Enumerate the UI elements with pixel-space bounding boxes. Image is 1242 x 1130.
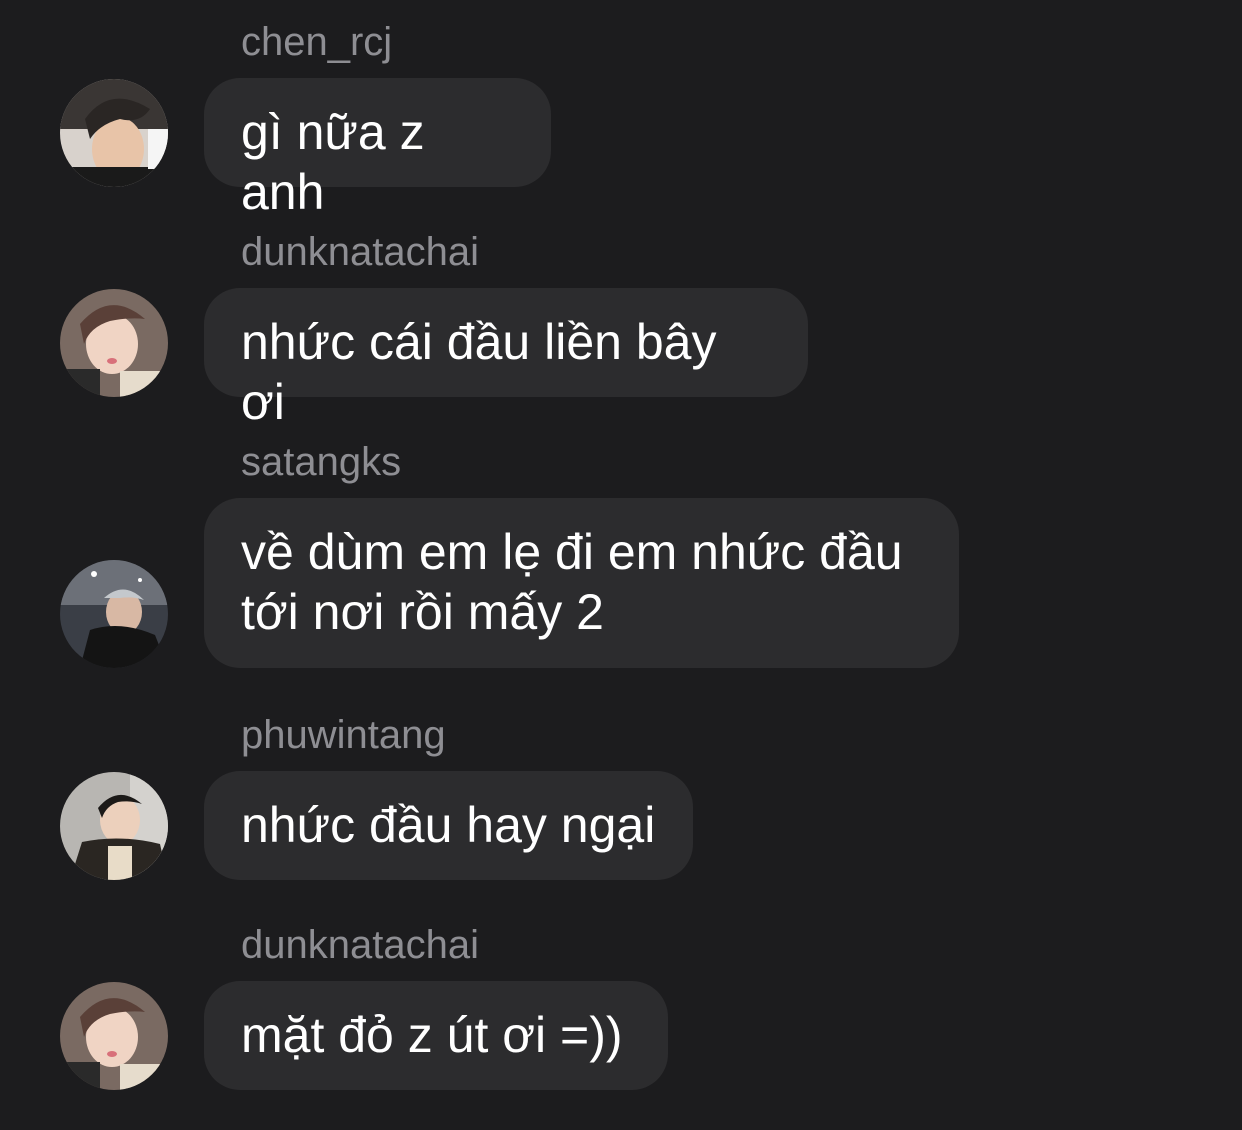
message-bubble[interactable]: nhức cái đầu liền bây ơi bbox=[204, 288, 808, 430]
avatar[interactable] bbox=[60, 772, 168, 880]
sender-username[interactable]: phuwintang bbox=[241, 711, 446, 759]
message-bubble[interactable]: gì nữa z anh bbox=[204, 78, 551, 220]
profile-photo-icon bbox=[60, 560, 168, 668]
profile-photo-icon bbox=[60, 772, 168, 880]
sender-username[interactable]: satangks bbox=[241, 438, 401, 486]
message-bubble[interactable]: mặt đỏ z út ơi =)) bbox=[204, 981, 668, 1090]
sender-username[interactable]: dunknatachai bbox=[241, 228, 479, 276]
avatar[interactable] bbox=[60, 560, 168, 668]
sender-username[interactable]: chen_rcj bbox=[241, 18, 392, 66]
profile-photo-icon bbox=[60, 289, 168, 397]
avatar[interactable] bbox=[60, 982, 168, 1090]
message-bubble[interactable]: nhức đầu hay ngại bbox=[204, 771, 693, 880]
chat-thread: chen_rcj gì nữa z anh dunknatachai nhức … bbox=[0, 0, 1242, 1130]
sender-username[interactable]: dunknatachai bbox=[241, 921, 479, 969]
avatar[interactable] bbox=[60, 79, 168, 187]
profile-photo-icon bbox=[60, 982, 168, 1090]
avatar[interactable] bbox=[60, 289, 168, 397]
message-bubble[interactable]: về dùm em lẹ đi em nhức đầu tới nơi rồi … bbox=[204, 498, 959, 668]
profile-photo-icon bbox=[60, 79, 168, 187]
